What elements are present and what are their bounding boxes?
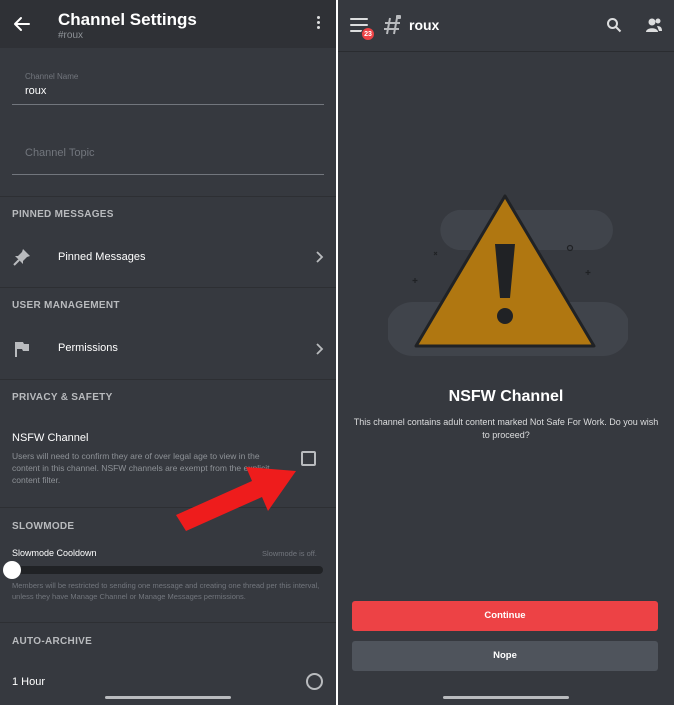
divider xyxy=(0,287,336,288)
continue-button[interactable]: Continue xyxy=(352,601,658,631)
flag-icon xyxy=(15,342,29,357)
channel-name-label: Channel Name xyxy=(25,72,79,81)
search-icon[interactable] xyxy=(606,17,622,33)
divider xyxy=(0,622,336,623)
divider xyxy=(0,379,336,380)
channel-topic-input[interactable]: Channel Topic xyxy=(25,147,95,159)
settings-header: Channel Settings #roux xyxy=(0,0,336,48)
chevron-right-icon xyxy=(316,343,324,355)
nsfw-checkbox[interactable] xyxy=(301,451,316,466)
hashtag-icon xyxy=(384,15,401,35)
section-slowmode-heading: SLOWMODE xyxy=(12,521,75,532)
nsfw-message: This channel contains adult content mark… xyxy=(353,417,659,440)
divider xyxy=(0,196,336,197)
more-vertical-icon[interactable] xyxy=(312,16,324,36)
auto-archive-radio[interactable] xyxy=(306,673,323,690)
slowmode-status: Slowmode is off. xyxy=(262,549,317,558)
channel-name-input[interactable]: roux xyxy=(25,85,46,97)
home-indicator xyxy=(105,696,231,699)
channel-title: roux xyxy=(409,17,440,33)
nope-button[interactable]: Nope xyxy=(352,641,658,671)
nsfw-title: NSFW Channel xyxy=(448,388,564,405)
pin-icon xyxy=(13,249,30,266)
warning-illustration xyxy=(388,194,628,356)
section-privacy-heading: PRIVACY & SAFETY xyxy=(12,392,113,403)
annotation-arrow xyxy=(176,467,296,531)
chevron-right-icon xyxy=(316,251,324,263)
pinned-messages-label: Pinned Messages xyxy=(58,251,146,263)
home-indicator xyxy=(443,696,569,699)
nsfw-gate-panel: 23 roux NSFW Channel This channel contai… xyxy=(338,0,674,705)
page-title: Channel Settings xyxy=(58,10,197,29)
auto-archive-option-label: 1 Hour xyxy=(12,676,46,688)
page-subtitle: #roux xyxy=(58,30,84,41)
slowmode-description: Members will be restricted to sending on… xyxy=(12,581,320,601)
slowmode-label: Slowmode Cooldown xyxy=(12,548,97,558)
slowmode-slider-track[interactable] xyxy=(12,566,323,574)
section-user-management-heading: USER MANAGEMENT xyxy=(12,300,120,311)
channel-header: 23 roux xyxy=(338,0,674,52)
members-icon[interactable] xyxy=(645,17,663,33)
notification-badge: 23 xyxy=(361,27,375,41)
channel-name-underline xyxy=(12,104,324,105)
section-auto-archive-heading: AUTO-ARCHIVE xyxy=(12,636,93,647)
back-arrow-icon[interactable] xyxy=(12,14,32,34)
nsfw-setting-title: NSFW Channel xyxy=(12,432,89,444)
section-pinned-heading: PINNED MESSAGES xyxy=(12,209,114,220)
permissions-label: Permissions xyxy=(58,342,118,354)
channel-topic-underline xyxy=(12,174,324,175)
slowmode-slider-handle[interactable] xyxy=(3,561,21,579)
channel-settings-panel: Channel Settings #roux Channel Name roux… xyxy=(0,0,336,705)
